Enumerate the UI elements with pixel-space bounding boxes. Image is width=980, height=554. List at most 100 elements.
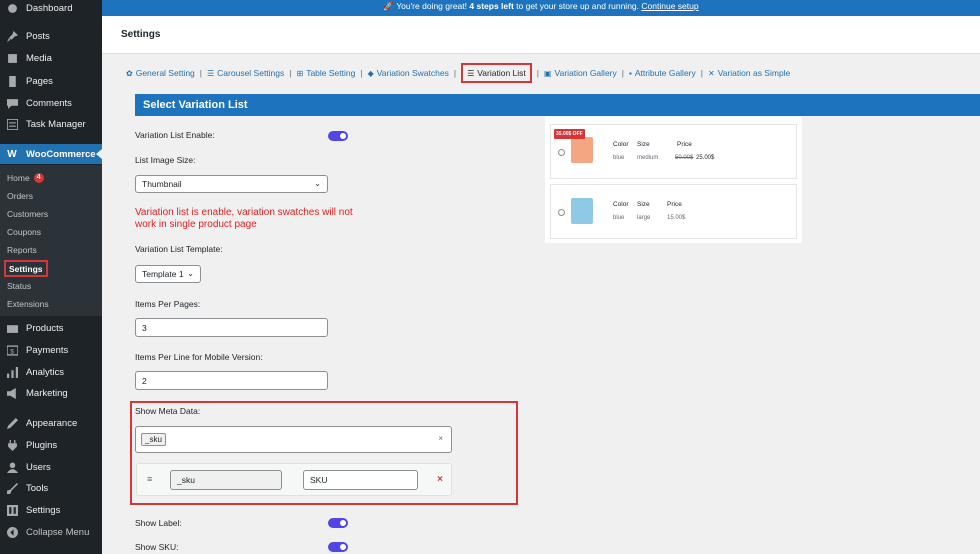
tab-variation-as-simple[interactable]: ✕ Variation as Simple xyxy=(708,68,790,78)
collapse-icon xyxy=(6,526,18,538)
list-enable-toggle[interactable] xyxy=(328,131,348,141)
menu-pages[interactable]: Pages xyxy=(0,71,102,91)
image-size-select[interactable]: Thumbnail ⌄ xyxy=(135,175,328,193)
tab-separator: | xyxy=(453,68,457,78)
menu-plugins[interactable]: Plugins xyxy=(0,435,102,455)
gear-icon: ✿ xyxy=(126,68,133,78)
items-mobile-input[interactable]: 2 xyxy=(135,371,328,390)
submenu-customers[interactable]: Customers xyxy=(7,206,48,221)
tab-carousel-settings[interactable]: ☰ Carousel Settings xyxy=(207,68,284,78)
radio-button[interactable] xyxy=(558,209,565,216)
tab-separator: | xyxy=(700,68,703,78)
appearance-icon xyxy=(6,417,18,429)
svg-text:$: $ xyxy=(10,348,14,355)
tab-separator: | xyxy=(621,68,624,78)
submenu-orders[interactable]: Orders xyxy=(7,188,33,203)
submenu-settings[interactable]: Settings xyxy=(4,260,48,277)
submenu-status[interactable]: Status xyxy=(7,278,31,293)
chevron-down-icon: ⌄ xyxy=(314,179,321,188)
menu-users[interactable]: Users xyxy=(0,457,102,477)
layers-icon: ◆ xyxy=(367,68,374,78)
plugins-icon xyxy=(6,439,18,451)
settings-icon xyxy=(6,504,18,516)
payments-icon: $ xyxy=(6,344,18,356)
users-icon xyxy=(6,461,18,473)
media-icon xyxy=(6,52,18,64)
tab-general-setting[interactable]: ✿ General Setting xyxy=(126,68,195,78)
setup-notice: 🚀 You're doing great! 4 steps left to ge… xyxy=(102,0,980,16)
tab-attribute-gallery[interactable]: ▪ Attribute Gallery xyxy=(629,68,696,78)
menu-settings[interactable]: Settings xyxy=(0,500,102,520)
meta-key-field[interactable]: _sku xyxy=(170,470,282,490)
rocket-icon: 🚀 xyxy=(383,1,394,11)
task-icon xyxy=(6,118,18,130)
template-select[interactable]: Template 1 ⌄ xyxy=(135,265,201,283)
tab-variation-list[interactable]: ☰ Variation List xyxy=(461,63,532,83)
menu-marketing[interactable]: Marketing xyxy=(0,383,102,403)
meta-tag-input[interactable]: _sku × xyxy=(135,426,452,453)
menu-products[interactable]: Products xyxy=(0,318,102,338)
tab-separator: | xyxy=(360,68,363,78)
tab-table-setting[interactable]: ⊞ Table Setting xyxy=(296,68,355,78)
page-title: Settings xyxy=(121,29,161,40)
analytics-icon xyxy=(6,366,18,378)
submenu-reports[interactable]: Reports xyxy=(7,242,37,257)
pages-icon xyxy=(6,75,18,87)
variation-warning: Variation list is enable, variation swat… xyxy=(135,207,353,230)
section-title: Select Variation List xyxy=(135,94,980,116)
table-icon: ⊞ xyxy=(296,68,304,78)
tab-separator: | xyxy=(536,68,539,78)
chevron-down-icon: ⌄ xyxy=(187,269,194,278)
menu-posts[interactable]: Posts xyxy=(0,26,102,46)
drag-handle-icon[interactable]: ≡ xyxy=(147,474,152,484)
list-enable-label: Variation List Enable: xyxy=(135,130,215,140)
collapse-menu[interactable]: Collapse Menu xyxy=(0,522,102,542)
tab-variation-gallery[interactable]: ▣ Variation Gallery xyxy=(544,68,617,78)
submenu-coupons[interactable]: Coupons xyxy=(7,224,41,239)
woocommerce-submenu: Home 4 Orders Customers Coupons Reports S… xyxy=(0,165,102,316)
menu-payments[interactable]: $ Payments xyxy=(0,340,102,360)
meta-tag[interactable]: _sku xyxy=(141,433,166,446)
tab-variation-swatches[interactable]: ◆ Variation Swatches xyxy=(368,68,449,78)
menu-media[interactable]: Media xyxy=(0,48,102,68)
shirt-thumbnail xyxy=(571,137,593,163)
meta-row: ≡ _sku SKU × xyxy=(136,463,452,496)
shuffle-icon: ✕ xyxy=(707,68,715,78)
dashboard-icon xyxy=(6,2,18,14)
show-sku-label: Show SKU: xyxy=(135,542,179,552)
menu-tools[interactable]: Tools xyxy=(0,478,102,498)
gallery-icon: ▣ xyxy=(543,68,552,78)
meta-value-field[interactable]: SKU xyxy=(303,470,418,490)
meta-data-label: Show Meta Data: xyxy=(135,406,201,416)
tools-icon xyxy=(6,482,18,494)
continue-setup-link[interactable]: Continue setup xyxy=(641,1,698,11)
sale-badge: 35.00$ OFF xyxy=(554,129,585,139)
show-label-toggle[interactable] xyxy=(328,518,348,528)
menu-dashboard[interactable]: Dashboard xyxy=(0,0,102,18)
tab-separator: | xyxy=(199,68,202,78)
home-badge: 4 xyxy=(33,172,44,183)
submenu-home[interactable]: Home 4 xyxy=(7,170,44,185)
menu-task-manager[interactable]: Task Manager xyxy=(0,114,102,134)
radio-button[interactable] xyxy=(558,149,565,156)
menu-comments[interactable]: Comments xyxy=(0,93,102,113)
show-sku-toggle[interactable] xyxy=(328,542,348,552)
show-label-label: Show Label: xyxy=(135,518,182,528)
preview-item: 35.00$ OFF Color Size Price blue medium … xyxy=(550,124,797,179)
menu-woocommerce[interactable]: W WooCommerce xyxy=(0,144,102,164)
pin-icon xyxy=(6,30,18,42)
submenu-extensions[interactable]: Extensions xyxy=(7,296,49,311)
items-mobile-label: Items Per Line for Mobile Version: xyxy=(135,352,263,362)
image-size-label: List Image Size: xyxy=(135,155,196,165)
template-label: Variation List Template: xyxy=(135,244,223,254)
variation-list-preview: 35.00$ OFF Color Size Price blue medium … xyxy=(545,117,802,243)
clear-icon[interactable]: × xyxy=(438,434,443,443)
items-per-page-input[interactable]: 3 xyxy=(135,318,328,337)
settings-tabs: ✿ General Setting | ☰ Carousel Settings | … xyxy=(126,63,790,83)
tab-separator: | xyxy=(289,68,292,78)
menu-appearance[interactable]: Appearance xyxy=(0,413,102,433)
menu-analytics[interactable]: Analytics xyxy=(0,362,102,382)
list-icon: ☰ xyxy=(207,68,215,78)
marketing-icon xyxy=(6,387,18,399)
delete-icon[interactable]: × xyxy=(437,474,443,485)
